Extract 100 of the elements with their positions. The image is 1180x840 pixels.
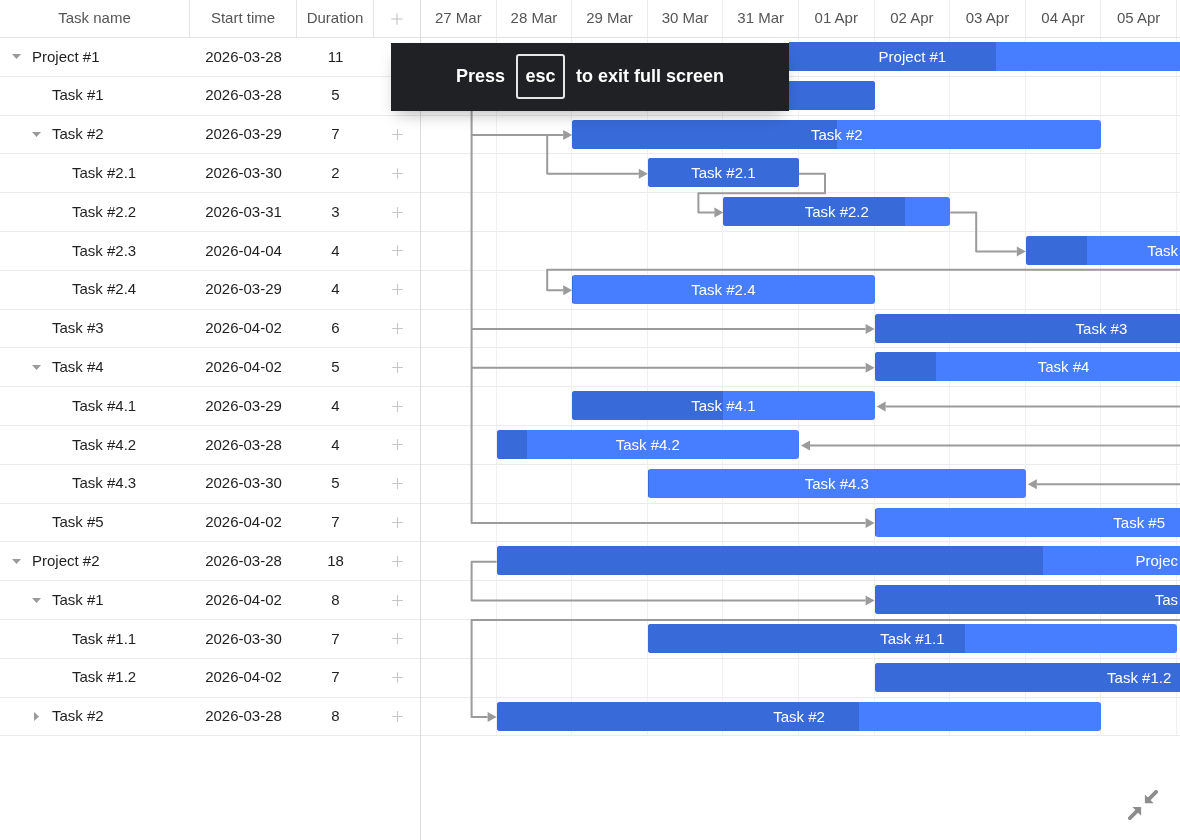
duration: 8 <box>331 589 340 610</box>
date-label: 01 Apr <box>814 8 858 29</box>
start-date: 2026-03-28 <box>205 85 282 106</box>
bar-label: Task #1.1 <box>880 628 945 649</box>
date-label: 29 Mar <box>586 8 633 29</box>
start-date: 2026-04-02 <box>205 318 282 339</box>
duration: 4 <box>331 240 340 261</box>
task-bar[interactable]: Task <box>1025 236 1180 265</box>
duration: 5 <box>331 357 340 377</box>
task-name: Task #4.3 <box>72 473 137 494</box>
task-bar[interactable]: Task #2 <box>572 119 1102 149</box>
task-bar[interactable]: Task #4.3 <box>647 468 1026 498</box>
date-label: 05 Apr <box>1116 8 1161 29</box>
task-name: Task #1.1 <box>72 628 137 649</box>
date-label: 28 Mar <box>510 8 558 29</box>
bar-label: Task #4.2 <box>615 434 680 455</box>
task-bar[interactable]: Tas <box>874 585 1180 615</box>
task-name: Task #1 <box>52 589 104 610</box>
duration: 7 <box>331 512 340 533</box>
bar-label: Task <box>1147 241 1178 261</box>
start-date: 2026-03-29 <box>205 124 282 145</box>
task-name: Task #1 <box>52 85 104 106</box>
task-name: Task #1.2 <box>72 667 137 688</box>
caret-down-icon[interactable] <box>11 54 21 60</box>
task-bar[interactable]: Project #1 <box>789 42 1180 71</box>
task-name: Task #4.2 <box>72 434 137 455</box>
column-header: Task name <box>58 8 131 29</box>
duration: 7 <box>331 628 340 649</box>
task-name: Project #1 <box>32 46 100 67</box>
duration: 18 <box>327 551 344 571</box>
inward-arrows-icon[interactable] <box>1128 790 1158 820</box>
task-bar[interactable]: Task #2.1 <box>647 158 799 188</box>
bar-label: Task #2 <box>810 124 863 145</box>
duration: 11 <box>327 46 344 67</box>
task-bar[interactable]: Task #1.1 <box>647 623 1177 653</box>
task-bar[interactable]: Task #4 <box>874 352 1180 382</box>
duration: 7 <box>331 124 340 145</box>
date-label: 31 Mar <box>737 8 784 29</box>
task-bar[interactable]: Projec <box>496 546 1180 576</box>
bar-label: Project #1 <box>878 47 947 67</box>
task-bar[interactable]: Task #4.1 <box>572 391 875 421</box>
task-name: Task #4.1 <box>72 395 137 416</box>
column-header: Start time <box>210 8 276 29</box>
bar-label: Projec <box>1135 551 1178 572</box>
bar-label: Task #2.4 <box>691 279 756 300</box>
start-date: 2026-03-29 <box>205 279 282 300</box>
start-date: 2026-04-02 <box>205 589 282 610</box>
duration: 5 <box>331 473 340 494</box>
start-date: 2026-04-04 <box>205 240 282 261</box>
date-label: 03 Apr <box>965 8 1010 29</box>
task-name: Task #2.2 <box>72 201 137 222</box>
task-name: Task #3 <box>52 318 104 339</box>
caret-down-icon[interactable] <box>31 597 41 603</box>
bar-label: Task #4.1 <box>691 396 756 417</box>
bar-label: Task #5 <box>1113 512 1166 533</box>
start-date: 2026-03-28 <box>205 434 282 455</box>
caret-down-icon[interactable] <box>31 132 41 137</box>
start-date: 2026-03-28 <box>205 551 282 571</box>
task-bar[interactable]: Task #4.2 <box>496 429 799 459</box>
date-label: 30 Mar <box>661 8 709 29</box>
duration: 2 <box>331 163 340 184</box>
bar-label: Task #1.2 <box>1107 667 1172 688</box>
start-date: 2026-03-28 <box>205 46 282 67</box>
start-date: 2026-03-30 <box>205 163 282 184</box>
duration: 7 <box>331 667 340 688</box>
column-header: Duration <box>306 8 364 29</box>
task-bar[interactable]: Task #2 <box>496 701 1102 731</box>
caret-right-icon[interactable] <box>33 711 39 721</box>
task-bar[interactable]: Task #2.4 <box>572 274 875 304</box>
task-name: Task #2.3 <box>72 240 137 261</box>
caret-down-icon[interactable] <box>31 364 41 370</box>
duration: 4 <box>331 434 340 455</box>
bar-label: Task #4.3 <box>804 473 869 494</box>
task-name: Project #2 <box>32 551 100 571</box>
bar-label: Task #3 <box>1075 318 1128 339</box>
date-label: 04 Apr <box>1041 8 1085 29</box>
bar-label: Task #4 <box>1037 357 1090 378</box>
start-date: 2026-04-02 <box>205 512 282 533</box>
duration: 4 <box>331 395 340 416</box>
task-bar[interactable]: Task #2.2 <box>723 197 951 227</box>
task-name: Task #2 <box>52 706 104 727</box>
notice-text: to exit full screen <box>576 64 725 88</box>
task-bar[interactable]: Task #3 <box>874 313 1180 343</box>
duration: 3 <box>331 201 340 222</box>
task-name: Task #2.1 <box>72 163 137 184</box>
task-name: Task #2 <box>52 124 104 145</box>
bar-label: Task #2.1 <box>691 163 756 184</box>
duration: 5 <box>331 85 340 106</box>
bar-label: Task #2 <box>773 706 825 727</box>
duration: 4 <box>331 279 340 300</box>
task-bar[interactable]: Task #5 <box>874 507 1180 537</box>
start-date: 2026-04-02 <box>205 357 282 377</box>
start-date: 2026-03-30 <box>205 473 282 494</box>
task-name: Task #2.4 <box>72 279 137 300</box>
start-date: 2026-04-02 <box>205 667 282 688</box>
task-bar[interactable]: Task #1.2 <box>874 662 1180 692</box>
date-label: 27 Mar <box>434 8 482 29</box>
duration: 6 <box>331 318 340 339</box>
task-bar[interactable] <box>789 80 875 110</box>
caret-down-icon[interactable] <box>11 558 21 564</box>
